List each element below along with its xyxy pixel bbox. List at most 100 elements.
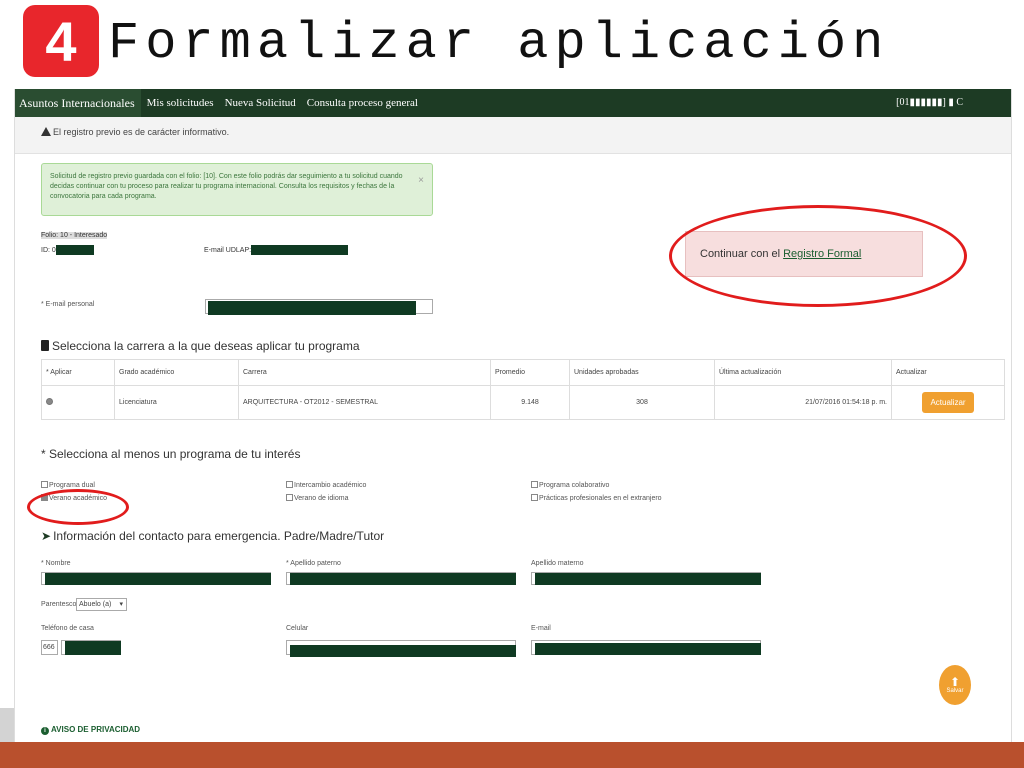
telefono-input[interactable] bbox=[61, 640, 121, 655]
redacted-block bbox=[45, 573, 271, 585]
user-menu[interactable]: [01▮▮▮▮▮▮] ▮ C bbox=[896, 97, 963, 108]
program-option[interactable]: Prácticas profesionales en el extranjero bbox=[531, 494, 662, 502]
celular-label: Celular bbox=[286, 625, 309, 632]
program-label: Prácticas profesionales en el extranjero bbox=[539, 495, 662, 502]
program-label: Intercambio académico bbox=[294, 482, 367, 489]
promedio-cell: 9.148 bbox=[490, 385, 570, 420]
career-section-text: Selecciona la carrera a la que deseas ap… bbox=[52, 339, 360, 353]
parentesco-label: Parentesco bbox=[41, 601, 77, 608]
program-label: Programa dual bbox=[49, 482, 95, 489]
col-actualizacion: Última actualización bbox=[714, 359, 892, 386]
apellido-paterno-input[interactable] bbox=[286, 572, 516, 585]
col-actualizar: Actualizar bbox=[891, 359, 1005, 386]
warning-icon bbox=[41, 127, 51, 136]
table-header-row: * Aplicar Grado académico Carrera Promed… bbox=[41, 359, 1005, 386]
student-id: ID: 0 bbox=[41, 245, 94, 255]
col-carrera: Carrera bbox=[238, 359, 491, 386]
parentesco-value: Abuelo (a) bbox=[79, 601, 112, 608]
step-number-badge: 4 bbox=[23, 5, 99, 77]
redacted-block bbox=[535, 643, 761, 655]
contact-email-input[interactable] bbox=[531, 640, 761, 655]
slide-title: Formalizar aplicación bbox=[108, 14, 890, 73]
parentesco-select[interactable]: Abuelo (a) ▾ bbox=[76, 598, 127, 611]
emergency-section-text: Información del contacto para emergencia… bbox=[53, 529, 385, 543]
success-alert: Solicitud de registro previo guardada co… bbox=[41, 163, 433, 216]
actualizar-button[interactable]: Actualizar bbox=[922, 392, 974, 413]
paper-plane-icon: ➤ bbox=[41, 529, 52, 543]
privacy-label: AVISO DE PRIVACIDAD bbox=[51, 725, 141, 734]
col-unidades: Unidades aprobadas bbox=[569, 359, 715, 386]
nav-nueva-solicitud[interactable]: Nueva Solicitud bbox=[225, 97, 296, 109]
program-option[interactable]: Programa dual bbox=[41, 481, 95, 489]
career-table: * Aplicar Grado académico Carrera Promed… bbox=[41, 359, 1005, 420]
celular-input[interactable] bbox=[286, 640, 516, 657]
notice-bar: El registro previo es de carácter inform… bbox=[15, 117, 1011, 154]
actualizar-cell: Actualizar bbox=[891, 385, 1005, 420]
program-label: Programa colaborativo bbox=[539, 482, 610, 489]
redacted-block bbox=[55, 245, 94, 255]
apply-cell bbox=[41, 385, 115, 420]
info-icon: i bbox=[41, 727, 49, 735]
highlight-circle bbox=[669, 205, 967, 307]
apellido-paterno-label: * Apellido paterno bbox=[286, 560, 341, 567]
redacted-block bbox=[65, 641, 121, 655]
redacted-block bbox=[208, 301, 416, 315]
checkbox[interactable] bbox=[286, 481, 293, 488]
highlight-circle bbox=[27, 489, 129, 525]
upload-icon: ⬆ bbox=[949, 675, 961, 689]
redacted-block bbox=[290, 645, 516, 657]
program-option[interactable]: Verano de idioma bbox=[286, 494, 348, 502]
notice-text: El registro previo es de carácter inform… bbox=[53, 127, 230, 137]
telefono-label: Teléfono de casa bbox=[41, 625, 94, 632]
notice-message: El registro previo es de carácter inform… bbox=[41, 127, 229, 137]
checkbox[interactable] bbox=[41, 481, 48, 488]
save-button[interactable]: ⬆ Salvar bbox=[939, 665, 971, 705]
slide-footer-band bbox=[0, 742, 1024, 768]
nombre-label: * Nombre bbox=[41, 560, 71, 567]
redacted-block bbox=[290, 573, 516, 585]
checkbox[interactable] bbox=[531, 494, 538, 501]
apellido-materno-label: Apellido materno bbox=[531, 560, 584, 567]
checkbox[interactable] bbox=[286, 494, 293, 501]
udlap-email: E-mail UDLAP: bbox=[204, 245, 349, 255]
top-navbar: Asuntos Internacionales Mis solicitudes … bbox=[15, 89, 1011, 117]
programs-section-title: * Selecciona al menos un programa de tu … bbox=[41, 447, 301, 461]
program-option[interactable]: Programa colaborativo bbox=[531, 481, 609, 489]
alert-text: Solicitud de registro previo guardada co… bbox=[50, 173, 403, 200]
personal-email-input[interactable] bbox=[205, 299, 433, 315]
privacy-notice-link[interactable]: i AVISO DE PRIVACIDAD bbox=[41, 725, 140, 735]
apply-radio[interactable] bbox=[46, 398, 53, 405]
decorative-strip bbox=[0, 708, 14, 742]
lada-input[interactable]: 666 bbox=[41, 640, 58, 655]
nav-mis-solicitudes[interactable]: Mis solicitudes bbox=[147, 97, 214, 109]
save-label: Salvar bbox=[946, 688, 964, 694]
emergency-section-title: ➤ Información del contacto para emergenci… bbox=[41, 529, 384, 543]
redacted-block bbox=[251, 245, 349, 255]
table-row: Licenciatura ARQUITECTURA - OT2012 - SEM… bbox=[41, 385, 1005, 420]
folio-label: Folio: 10 - Interesado bbox=[41, 232, 108, 239]
actualizacion-cell: 21/07/2016 01:54:18 p. m. bbox=[714, 385, 892, 420]
carrera-cell: ARQUITECTURA - OT2012 - SEMESTRAL bbox=[238, 385, 491, 420]
col-aplicar: * Aplicar bbox=[41, 359, 115, 386]
brand-link[interactable]: Asuntos Internacionales bbox=[15, 89, 141, 117]
career-section-title: Selecciona la carrera a la que deseas ap… bbox=[41, 339, 360, 353]
app-screenshot: Asuntos Internacionales Mis solicitudes … bbox=[14, 89, 1012, 742]
chevron-down-icon: ▾ bbox=[119, 601, 123, 608]
col-promedio: Promedio bbox=[490, 359, 570, 386]
redacted-block bbox=[535, 573, 761, 585]
program-option[interactable]: Intercambio académico bbox=[286, 481, 366, 489]
id-label: ID: 0 bbox=[41, 246, 56, 254]
personal-email-label: * E-mail personal bbox=[41, 301, 95, 308]
grado-cell: Licenciatura bbox=[114, 385, 239, 420]
udlap-email-label: E-mail UDLAP: bbox=[204, 246, 252, 254]
book-icon bbox=[41, 340, 49, 351]
close-icon[interactable]: × bbox=[418, 176, 424, 186]
apellido-materno-input[interactable] bbox=[531, 572, 761, 585]
contact-email-label: E-mail bbox=[531, 625, 551, 632]
checkbox[interactable] bbox=[531, 481, 538, 488]
col-grado: Grado académico bbox=[114, 359, 239, 386]
program-label: Verano de idioma bbox=[294, 495, 349, 502]
unidades-cell: 308 bbox=[569, 385, 715, 420]
nav-consulta-proceso[interactable]: Consulta proceso general bbox=[307, 97, 418, 109]
nombre-input[interactable] bbox=[41, 572, 271, 585]
